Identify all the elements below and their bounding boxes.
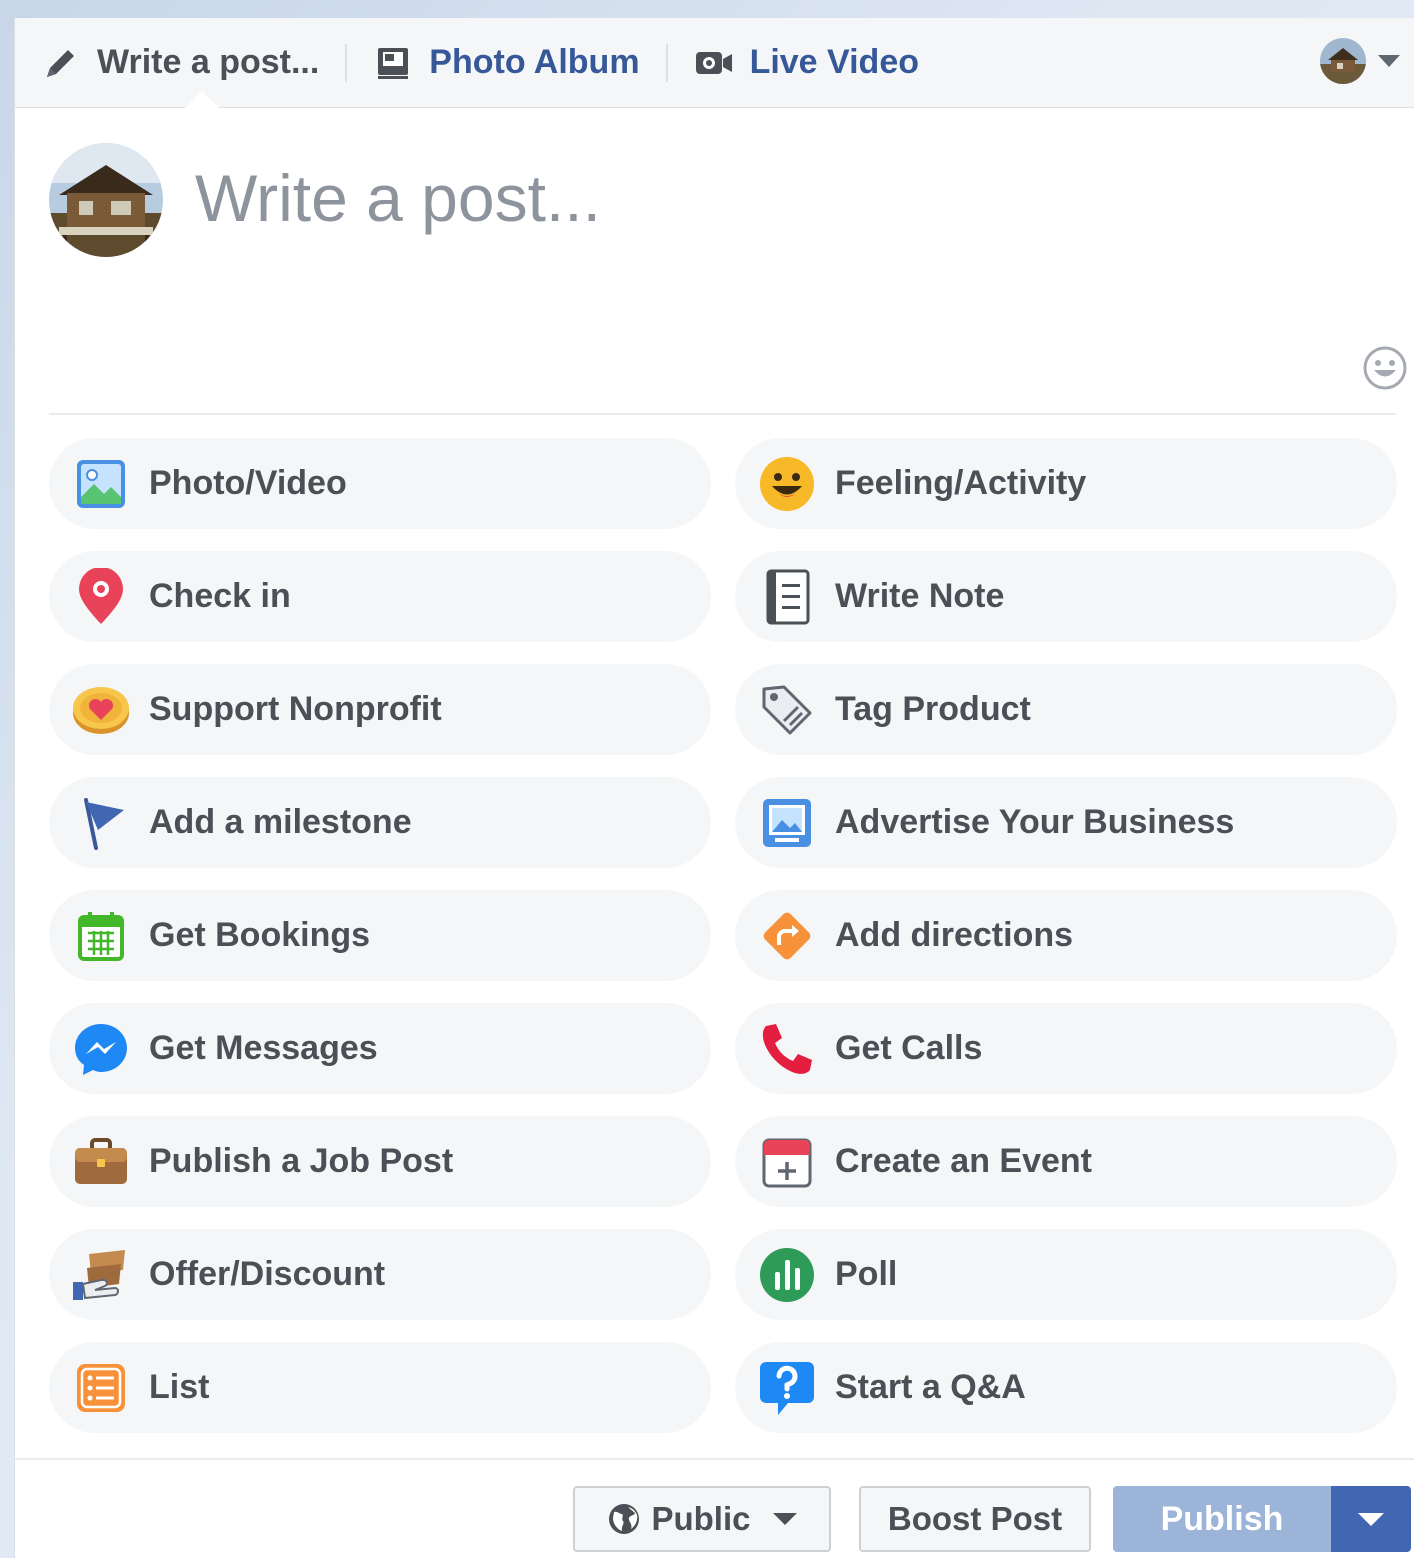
price-tag-icon — [757, 680, 817, 740]
tab-write-post-label: Write a post... — [97, 43, 320, 81]
tab-photo-album-label: Photo Album — [429, 43, 640, 81]
action-photo-video[interactable]: Photo/Video — [49, 438, 711, 529]
offer-tag-icon — [71, 1245, 131, 1305]
action-get-bookings[interactable]: Get Bookings — [49, 890, 711, 981]
list-icon — [71, 1358, 131, 1418]
boost-post-button[interactable]: Boost Post — [859, 1486, 1091, 1552]
action-label: Check in — [149, 577, 291, 615]
phone-icon — [757, 1019, 817, 1079]
globe-icon — [607, 1502, 641, 1536]
notebook-icon — [757, 567, 817, 627]
composer-footer: Public Boost Post Publish — [15, 1458, 1414, 1558]
messenger-icon — [71, 1019, 131, 1079]
question-bubble-icon — [757, 1358, 817, 1418]
post-text-area[interactable]: Write a post... — [15, 108, 1414, 414]
tab-live-video-label: Live Video — [749, 43, 919, 81]
action-label: Write Note — [835, 577, 1005, 615]
action-label: Feeling/Activity — [835, 464, 1087, 502]
action-label: Tag Product — [835, 690, 1031, 728]
action-get-calls[interactable]: Get Calls — [735, 1003, 1397, 1094]
post-composer: Write a post... Photo Album Live Video W… — [14, 18, 1414, 1558]
action-label: Poll — [835, 1255, 898, 1293]
flag-icon — [71, 793, 131, 853]
advertise-image-icon — [757, 793, 817, 853]
action-check-in[interactable]: Check in — [49, 551, 711, 642]
emoji-picker-icon[interactable] — [1362, 345, 1408, 391]
tab-live-video[interactable]: Live Video — [668, 18, 945, 107]
chevron-down-icon — [1358, 1512, 1384, 1526]
publish-options-button[interactable] — [1331, 1486, 1411, 1552]
location-pin-icon — [71, 567, 131, 627]
action-label: Create an Event — [835, 1142, 1092, 1180]
directions-icon — [757, 906, 817, 966]
event-calendar-icon — [757, 1132, 817, 1192]
photo-album-icon — [373, 43, 413, 83]
audience-label: Public — [651, 1500, 751, 1537]
action-label: Get Bookings — [149, 916, 371, 954]
poll-chart-icon — [757, 1245, 817, 1305]
action-publish-job-post[interactable]: Publish a Job Post — [49, 1116, 711, 1207]
calendar-icon — [71, 906, 131, 966]
composer-actions: Photo/Video Feeling/Activity Check in Wr… — [49, 438, 1399, 1433]
action-write-note[interactable]: Write Note — [735, 551, 1397, 642]
active-tab-indicator — [184, 90, 220, 108]
video-camera-icon — [694, 43, 734, 83]
post-input-placeholder: Write a post... — [195, 161, 601, 235]
feeling-smiley-icon — [757, 454, 817, 514]
action-poll[interactable]: Poll — [735, 1229, 1397, 1320]
action-start-qa[interactable]: Start a Q&A — [735, 1342, 1397, 1433]
avatar — [1320, 38, 1366, 84]
action-add-directions[interactable]: Add directions — [735, 890, 1397, 981]
action-add-milestone[interactable]: Add a milestone — [49, 777, 711, 868]
action-label: Add a milestone — [149, 803, 412, 841]
action-offer-discount[interactable]: Offer/Discount — [49, 1229, 711, 1320]
action-label: Offer/Discount — [149, 1255, 386, 1293]
tab-photo-album[interactable]: Photo Album — [347, 18, 665, 107]
action-list[interactable]: List — [49, 1342, 711, 1433]
briefcase-icon — [71, 1132, 131, 1192]
action-support-nonprofit[interactable]: Support Nonprofit — [49, 664, 711, 755]
action-tag-product[interactable]: Tag Product — [735, 664, 1397, 755]
action-feeling-activity[interactable]: Feeling/Activity — [735, 438, 1397, 529]
heart-coin-icon — [71, 680, 131, 740]
action-label: Get Calls — [835, 1029, 983, 1067]
action-label: Advertise Your Business — [835, 803, 1235, 841]
audience-selector-button[interactable]: Public — [573, 1486, 831, 1552]
action-label: Start a Q&A — [835, 1368, 1026, 1406]
action-create-event[interactable]: Create an Event — [735, 1116, 1397, 1207]
photo-video-icon — [71, 454, 131, 514]
publish-button[interactable]: Publish — [1113, 1486, 1331, 1552]
page-switcher[interactable] — [1320, 38, 1400, 84]
pencil-icon — [41, 43, 81, 83]
action-label: Add directions — [835, 916, 1074, 954]
action-get-messages[interactable]: Get Messages — [49, 1003, 711, 1094]
chevron-down-icon — [772, 1513, 797, 1525]
action-label: Publish a Job Post — [149, 1142, 454, 1180]
tab-write-post[interactable]: Write a post... — [15, 18, 345, 107]
composer-tab-bar: Write a post... Photo Album Live Video — [15, 18, 1414, 108]
action-label: Get Messages — [149, 1029, 378, 1067]
divider — [49, 413, 1396, 415]
chevron-down-icon — [1378, 55, 1400, 67]
action-label: Photo/Video — [149, 464, 347, 502]
avatar — [49, 143, 163, 257]
action-label: Support Nonprofit — [149, 690, 442, 728]
action-advertise-business[interactable]: Advertise Your Business — [735, 777, 1397, 868]
action-label: List — [149, 1368, 210, 1406]
